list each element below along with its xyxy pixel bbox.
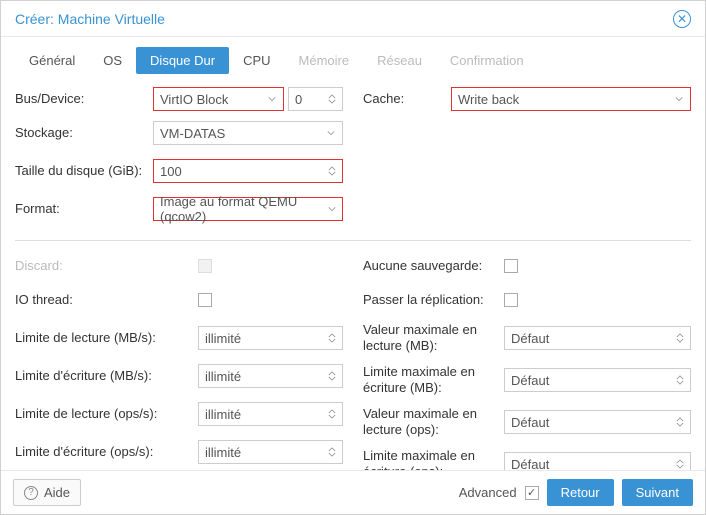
write-limit-mbs-spinner[interactable]: illimité: [198, 364, 343, 388]
read-limit-ops-spinner[interactable]: illimité: [198, 402, 343, 426]
tab-confirm: Confirmation: [436, 47, 538, 74]
label-cache: Cache:: [363, 91, 443, 107]
device-index-spinner[interactable]: 0: [288, 87, 343, 111]
tab-memory: Mémoire: [285, 47, 364, 74]
read-max-mb-spinner[interactable]: Défaut: [504, 326, 691, 350]
skip-replication-checkbox[interactable]: [504, 293, 518, 307]
spinner-buttons-icon: [676, 333, 684, 343]
help-icon: ?: [24, 486, 38, 500]
write-limit-mbs-value: illimité: [205, 369, 241, 384]
no-backup-checkbox[interactable]: [504, 259, 518, 273]
spinner-buttons-icon: [328, 409, 336, 419]
tab-bar: Général OS Disque Dur CPU Mémoire Réseau…: [1, 37, 705, 84]
label-discard: Discard:: [15, 258, 190, 274]
help-button[interactable]: ? Aide: [13, 479, 81, 506]
cache-select[interactable]: Write back: [451, 87, 691, 111]
read-limit-mbs-spinner[interactable]: illimité: [198, 326, 343, 350]
chevron-down-icon: [327, 204, 336, 214]
label-bus-device: Bus/Device:: [15, 91, 145, 107]
read-max-mb-value: Défaut: [511, 331, 549, 346]
label-io-thread: IO thread:: [15, 292, 190, 308]
bus-device-select[interactable]: VirtIO Block: [153, 87, 284, 111]
advanced-label: Advanced: [459, 485, 517, 500]
advanced-checkbox[interactable]: [525, 486, 539, 500]
spinner-buttons-icon: [328, 166, 336, 176]
disk-size-spinner[interactable]: 100: [153, 159, 343, 183]
storage-value: VM-DATAS: [160, 126, 225, 141]
spinner-buttons-icon: [676, 459, 684, 469]
label-read-limit-mbs: Limite de lecture (MB/s):: [15, 330, 190, 346]
close-icon[interactable]: ✕: [673, 10, 691, 28]
label-write-limit-mbs: Limite d'écriture (MB/s):: [15, 368, 190, 384]
label-no-backup: Aucune sauvegarde:: [363, 258, 496, 274]
spinner-buttons-icon: [328, 333, 336, 343]
back-button[interactable]: Retour: [547, 479, 614, 506]
chevron-down-icon: [326, 128, 336, 138]
tab-cpu[interactable]: CPU: [229, 47, 284, 74]
spinner-buttons-icon: [676, 375, 684, 385]
label-disk-size: Taille du disque (GiB):: [15, 163, 145, 179]
spinner-buttons-icon: [328, 371, 336, 381]
discard-checkbox: [198, 259, 212, 273]
write-max-mb-spinner[interactable]: Défaut: [504, 368, 691, 392]
tab-os[interactable]: OS: [89, 47, 136, 74]
separator: [15, 240, 691, 241]
label-read-max-mb: Valeur maximale en lecture (MB):: [363, 322, 496, 353]
format-value: Image au format QEMU (qcow2): [160, 194, 327, 224]
device-index-value: 0: [295, 92, 302, 107]
bus-device-value: VirtIO Block: [160, 92, 228, 107]
label-skip-replication: Passer la réplication:: [363, 292, 496, 308]
tab-general[interactable]: Général: [15, 47, 89, 74]
tab-disk[interactable]: Disque Dur: [136, 47, 229, 74]
disk-size-value: 100: [160, 164, 182, 179]
label-format: Format:: [15, 201, 145, 217]
read-limit-mbs-value: illimité: [205, 331, 241, 346]
spinner-buttons-icon: [328, 94, 336, 104]
help-label: Aide: [44, 485, 70, 500]
read-max-ops-value: Défaut: [511, 415, 549, 430]
read-limit-ops-value: illimité: [205, 407, 241, 422]
label-read-max-ops: Valeur maximale en lecture (ops):: [363, 406, 496, 437]
tab-network: Réseau: [363, 47, 436, 74]
write-limit-ops-value: illimité: [205, 445, 241, 460]
chevron-down-icon: [674, 94, 684, 104]
label-write-max-mb: Limite maximale en écriture (MB):: [363, 364, 496, 395]
write-max-mb-value: Défaut: [511, 373, 549, 388]
label-write-limit-ops: Limite d'écriture (ops/s):: [15, 444, 190, 460]
cache-value: Write back: [458, 92, 519, 107]
write-limit-ops-spinner[interactable]: illimité: [198, 440, 343, 464]
storage-select[interactable]: VM-DATAS: [153, 121, 343, 145]
read-max-ops-spinner[interactable]: Défaut: [504, 410, 691, 434]
format-select[interactable]: Image au format QEMU (qcow2): [153, 197, 343, 221]
label-read-limit-ops: Limite de lecture (ops/s):: [15, 406, 190, 422]
dialog-title: Créer: Machine Virtuelle: [15, 11, 165, 27]
next-button[interactable]: Suivant: [622, 479, 693, 506]
label-storage: Stockage:: [15, 125, 145, 141]
spinner-buttons-icon: [676, 417, 684, 427]
chevron-down-icon: [267, 94, 277, 104]
spinner-buttons-icon: [328, 447, 336, 457]
io-thread-checkbox[interactable]: [198, 293, 212, 307]
